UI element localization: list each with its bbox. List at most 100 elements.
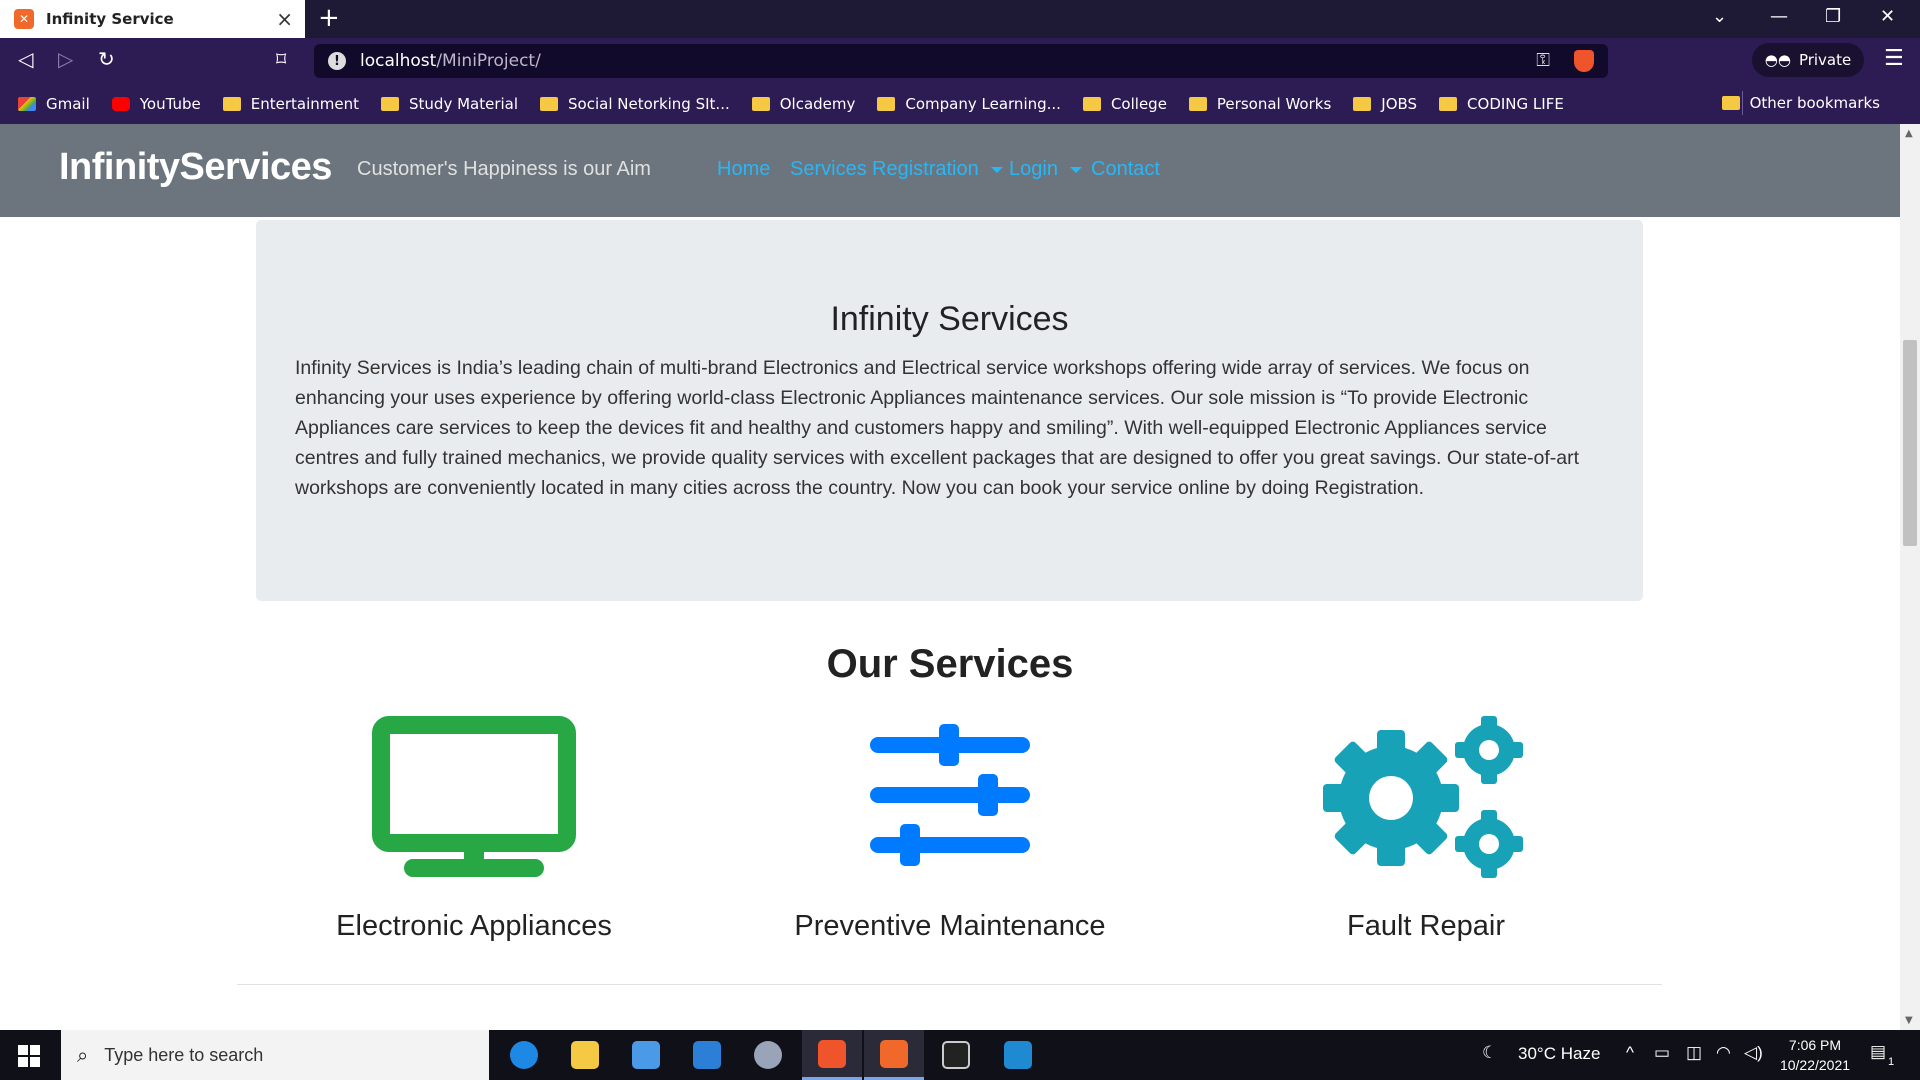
terminal-app-icon[interactable] [926,1030,986,1080]
tab-search-icon[interactable]: ⌄ [1712,6,1727,27]
folder-icon [540,96,559,111]
store-app-icon[interactable] [616,1030,676,1080]
service-label: Preventive Maintenance [794,910,1106,942]
site-info-icon[interactable]: ! [328,52,346,70]
services-heading: Our Services [826,642,1074,686]
windows-start-icon[interactable] [18,1045,40,1067]
folder-icon [381,96,400,111]
bookmark-folder[interactable]: Entertainment [222,95,359,113]
minimize-button[interactable]: — [1770,6,1788,27]
address-bar[interactable]: ! localhost/MiniProject/ ⚿ [314,44,1608,78]
clock-time: 7:06 PM [1788,1037,1842,1053]
private-glasses-icon: ◓◓ [1764,51,1791,69]
file-explorer-icon[interactable] [555,1030,615,1080]
service-preventive-maintenance: Preventive Maintenance [710,716,1190,943]
meet-now-icon[interactable]: ◫ [1686,1043,1702,1063]
tab-title: Infinity Service [46,10,174,28]
bookmark-folder[interactable]: CODING LIFE [1439,95,1564,113]
wifi-icon[interactable]: ◠ [1716,1043,1731,1063]
bookmark-folder[interactable]: Personal Works [1188,95,1331,113]
brave-app-icon[interactable] [802,1030,862,1080]
private-window-button[interactable]: ◓◓ Private [1752,43,1864,77]
intro-paragraph: Infinity Services is India’s leading cha… [295,357,1580,499]
taskbar-search-placeholder: Type here to search [104,1044,264,1065]
scroll-thumb[interactable] [1903,340,1917,546]
caret-down-icon [1069,166,1082,173]
reload-icon[interactable]: ↻ [98,47,115,71]
tv-icon [372,716,576,877]
bookmark-folder[interactable]: Olcademy [751,95,855,113]
taskbar-search-box[interactable]: ⌕ Type here to search [61,1030,489,1080]
scroll-up-icon[interactable]: ▲ [1905,128,1913,139]
browser-toolbar: ◁ ▷ ↻ ⌑ ! localhost/MiniProject/ ⚿ ◓◓ Pr… [0,38,1920,83]
caret-down-icon [990,166,1003,173]
key-icon[interactable]: ⚿ [1536,50,1550,71]
mail-app-icon[interactable] [677,1030,737,1080]
scroll-down-icon[interactable]: ▼ [1905,1015,1913,1026]
folder-icon [1721,96,1740,110]
nav-services-link[interactable]: Services [790,158,867,181]
bookmark-folder[interactable]: Study Material [381,95,518,113]
clock-date: 10/22/2021 [1779,1057,1851,1073]
intro-title: Infinity Services [830,300,1069,338]
bookmark-folder[interactable]: JOBS [1353,95,1417,113]
taskbar-clock[interactable]: 7:06 PM 10/22/2021 [1770,1035,1860,1075]
edge-app-icon[interactable] [494,1030,554,1080]
gears-icon [1323,716,1523,878]
folder-icon [1188,96,1207,111]
other-bookmarks[interactable]: Other bookmarks [1721,94,1880,112]
service-fault-repair: Fault Repair [1186,716,1666,943]
nav-contact-link[interactable]: Contact [1091,158,1160,181]
close-tab-icon[interactable]: × [276,7,293,31]
snip-app-icon[interactable] [738,1030,798,1080]
folder-icon [1353,96,1372,111]
back-icon[interactable]: ◁ [18,47,33,71]
site-navbar: InfinityServices Customer's Happiness is… [0,124,1900,217]
windows-taskbar: ⌕ Type here to search ☾ 30°C Haze ^ ▭ ◫ … [0,1030,1920,1080]
brave-shields-icon[interactable] [1574,50,1594,72]
intro-jumbotron: Infinity Services Infinity Services is I… [256,220,1643,601]
search-icon: ⌕ [77,1043,89,1067]
bookmark-icon[interactable]: ⌑ [276,47,286,71]
battery-icon[interactable]: ▭ [1654,1043,1670,1063]
youtube-icon [111,96,130,111]
new-tab-button[interactable]: + [318,3,340,33]
site-brand[interactable]: InfinityServices [59,146,332,189]
url-text: localhost/MiniProject/ [360,51,541,71]
service-electronic-appliances: Electronic Appliances [234,716,714,943]
bookmark-youtube[interactable]: YouTube [111,95,201,113]
nav-home-link[interactable]: Home [717,158,770,181]
bookmark-folder[interactable]: Social Netorking SIt... [540,95,730,113]
gmail-icon [18,96,36,111]
weather-text[interactable]: 30°C Haze [1518,1044,1600,1064]
nav-login-dropdown[interactable]: Login [1009,158,1082,181]
browser-tab-bar: ✕ Infinity Service × + ⌄ — ❐ ✕ [0,0,1920,38]
service-label: Electronic Appliances [336,910,612,942]
bookmark-gmail[interactable]: Gmail [18,95,90,113]
folder-icon [751,96,770,111]
close-window-button[interactable]: ✕ [1880,6,1895,27]
site-tagline: Customer's Happiness is our Aim [357,158,651,180]
service-label: Fault Repair [1347,910,1505,942]
page-scrollbar[interactable]: ▲ ▼ [1900,124,1920,1030]
xampp-app-icon[interactable] [864,1030,924,1080]
weather-icon[interactable]: ☾ [1482,1043,1497,1063]
bookmark-folder[interactable]: Company Learning... [877,95,1061,113]
folder-icon [222,96,241,111]
browser-tab[interactable]: ✕ Infinity Service × [0,0,305,38]
nav-registration-dropdown[interactable]: Registration [872,158,1003,181]
bookmarks-bar: Gmail YouTube Entertainment Study Materi… [0,83,1920,124]
browser-menu-icon[interactable]: ☰ [1884,46,1904,71]
notification-count: 1 [1888,1056,1895,1068]
bookmark-folder[interactable]: College [1082,95,1167,113]
folder-icon [877,96,896,111]
sliders-icon [870,724,1030,866]
volume-icon[interactable]: ◁) [1744,1043,1763,1063]
forward-icon[interactable]: ▷ [58,47,73,71]
folder-icon [1082,96,1101,111]
folder-icon [1439,96,1458,111]
restore-button[interactable]: ❐ [1825,6,1841,27]
tray-chevron-icon[interactable]: ^ [1626,1043,1634,1063]
notification-icon[interactable]: ▤ [1870,1042,1886,1062]
vscode-app-icon[interactable] [988,1030,1048,1080]
